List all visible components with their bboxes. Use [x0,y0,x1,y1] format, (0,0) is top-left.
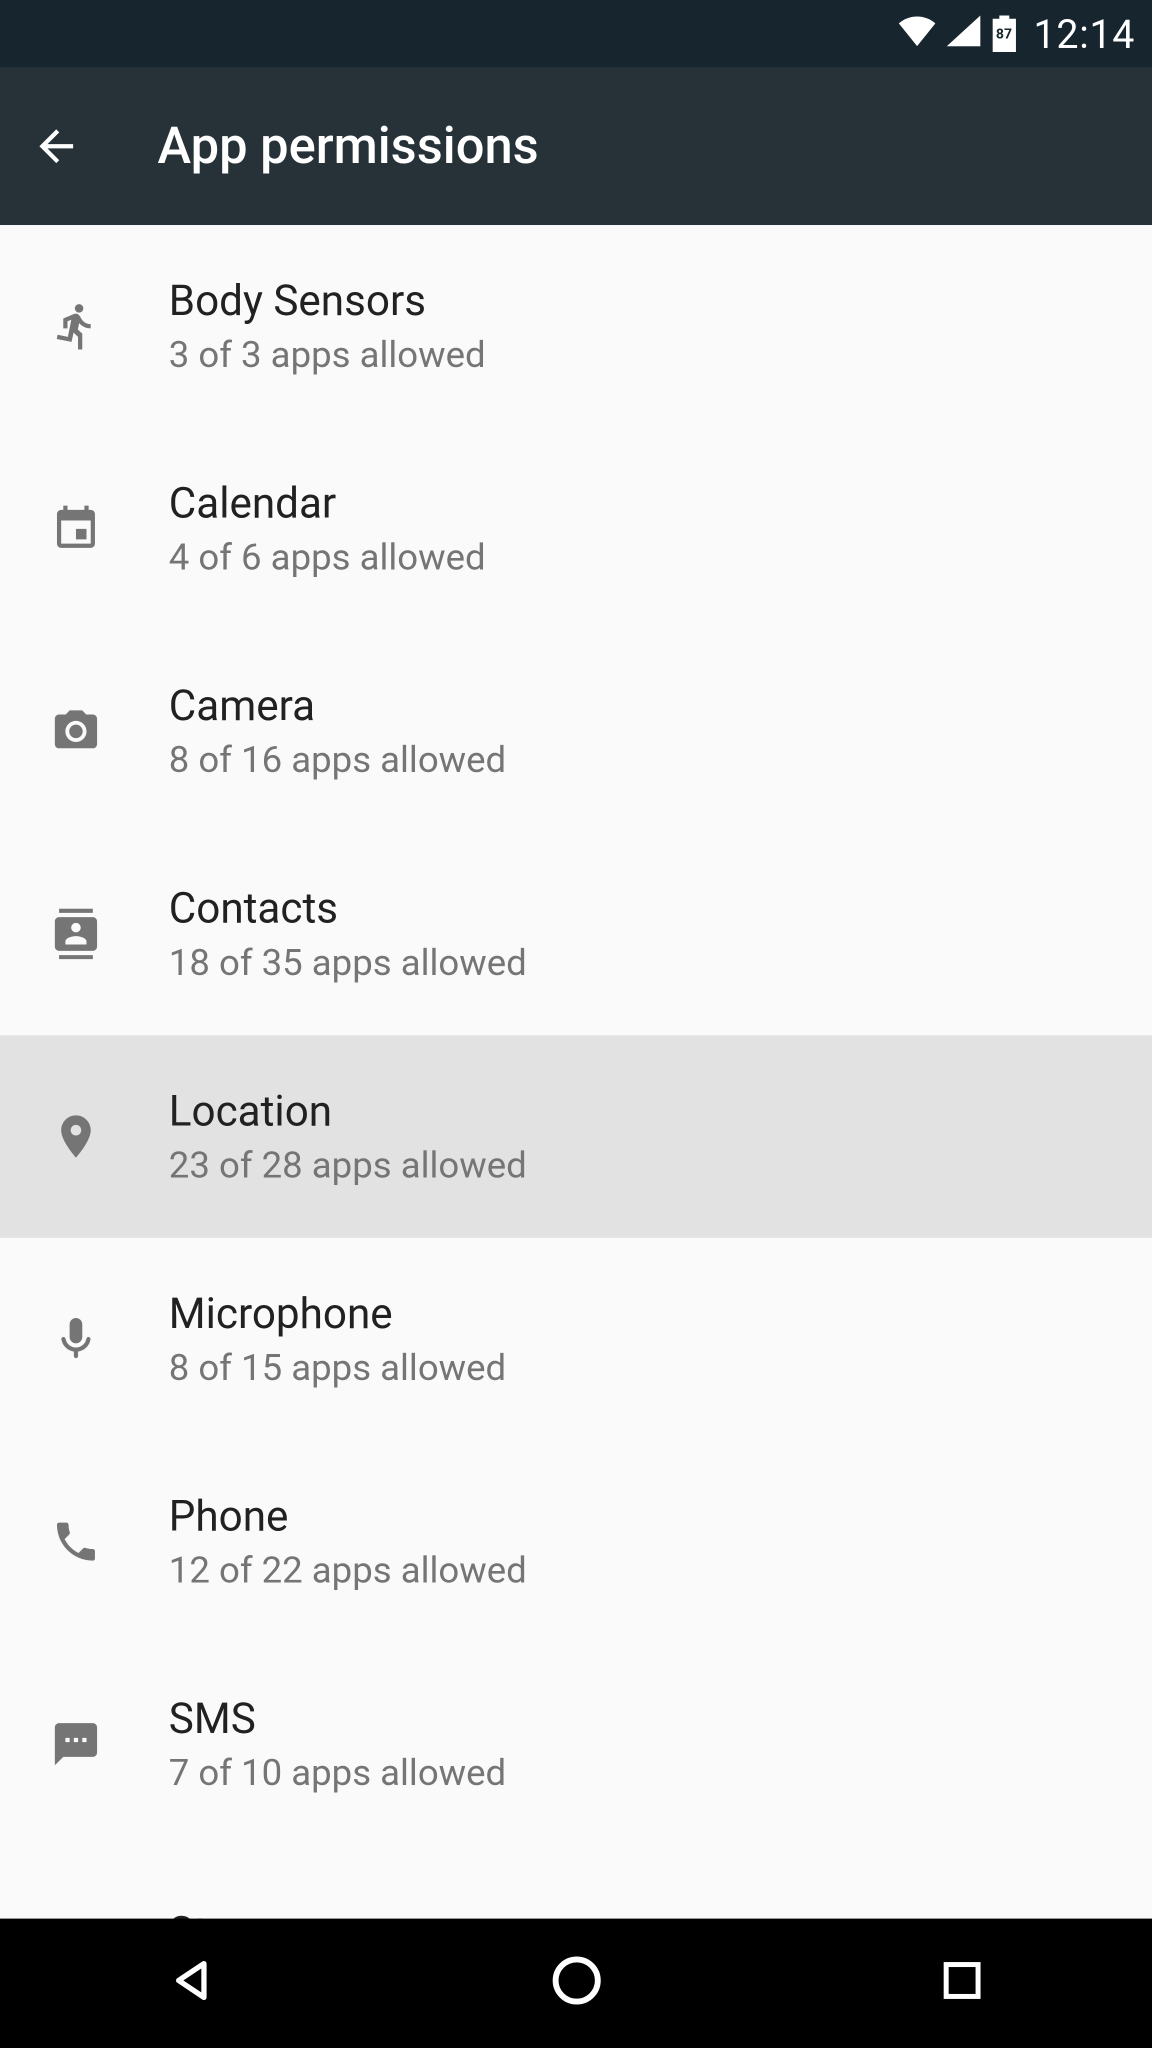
phone-icon [51,1516,102,1567]
item-title: Camera [169,681,506,730]
item-sub: 3 of 3 apps allowed [169,334,486,376]
item-sub: 4 of 6 apps allowed [169,537,486,579]
item-sub: 23 of 28 apps allowed [169,1144,527,1186]
back-button[interactable] [23,113,91,181]
nav-back-icon[interactable] [166,1955,217,2011]
item-title: Location [169,1087,527,1136]
item-title: Calendar [169,479,486,528]
signal-icon [946,15,980,52]
list-item-sms[interactable]: SMS 7 of 10 apps allowed [0,1643,1152,1846]
list-item-contacts[interactable]: Contacts 18 of 35 apps allowed [0,833,1152,1036]
item-title: Body Sensors [169,276,486,325]
item-title: Contacts [169,884,527,933]
nav-bar [0,1919,1152,2048]
list-item-microphone[interactable]: Microphone 8 of 15 apps allowed [0,1238,1152,1441]
item-title: Phone [169,1492,527,1541]
running-icon [51,301,102,352]
list-item-location[interactable]: Location 23 of 28 apps allowed [0,1035,1152,1238]
app-bar: App permissions [0,68,1152,226]
nav-recents-icon[interactable] [938,1957,986,2010]
battery-icon: 87 [991,15,1016,52]
permissions-list: Body Sensors 3 of 3 apps allowed Calenda… [0,225,1152,1930]
item-sub: 12 of 22 apps allowed [169,1549,527,1591]
item-title: Microphone [169,1289,506,1338]
status-bar: 87 12:14 [0,0,1152,68]
wifi-icon [898,15,935,52]
item-sub: 18 of 35 apps allowed [169,942,527,984]
sms-icon [51,1719,102,1770]
status-time: 12:14 [1034,11,1136,57]
microphone-icon [51,1314,102,1365]
list-item-body-sensors[interactable]: Body Sensors 3 of 3 apps allowed [0,225,1152,428]
item-sub: 7 of 10 apps allowed [169,1752,506,1794]
page-title: App permissions [158,117,539,176]
camera-icon [51,706,102,757]
contacts-icon [51,909,102,960]
item-sub: 8 of 15 apps allowed [169,1347,506,1389]
battery-percent: 87 [996,27,1012,42]
list-item-calendar[interactable]: Calendar 4 of 6 apps allowed [0,428,1152,631]
location-icon [51,1111,102,1162]
list-item-storage-partial[interactable]: Storage [0,1845,1152,1929]
list-item-phone[interactable]: Phone 12 of 22 apps allowed [0,1440,1152,1643]
item-title: SMS [169,1694,506,1743]
calendar-icon [51,504,102,555]
item-sub: 8 of 16 apps allowed [169,739,506,781]
nav-home-icon[interactable] [549,1952,605,2014]
list-item-camera[interactable]: Camera 8 of 16 apps allowed [0,630,1152,833]
